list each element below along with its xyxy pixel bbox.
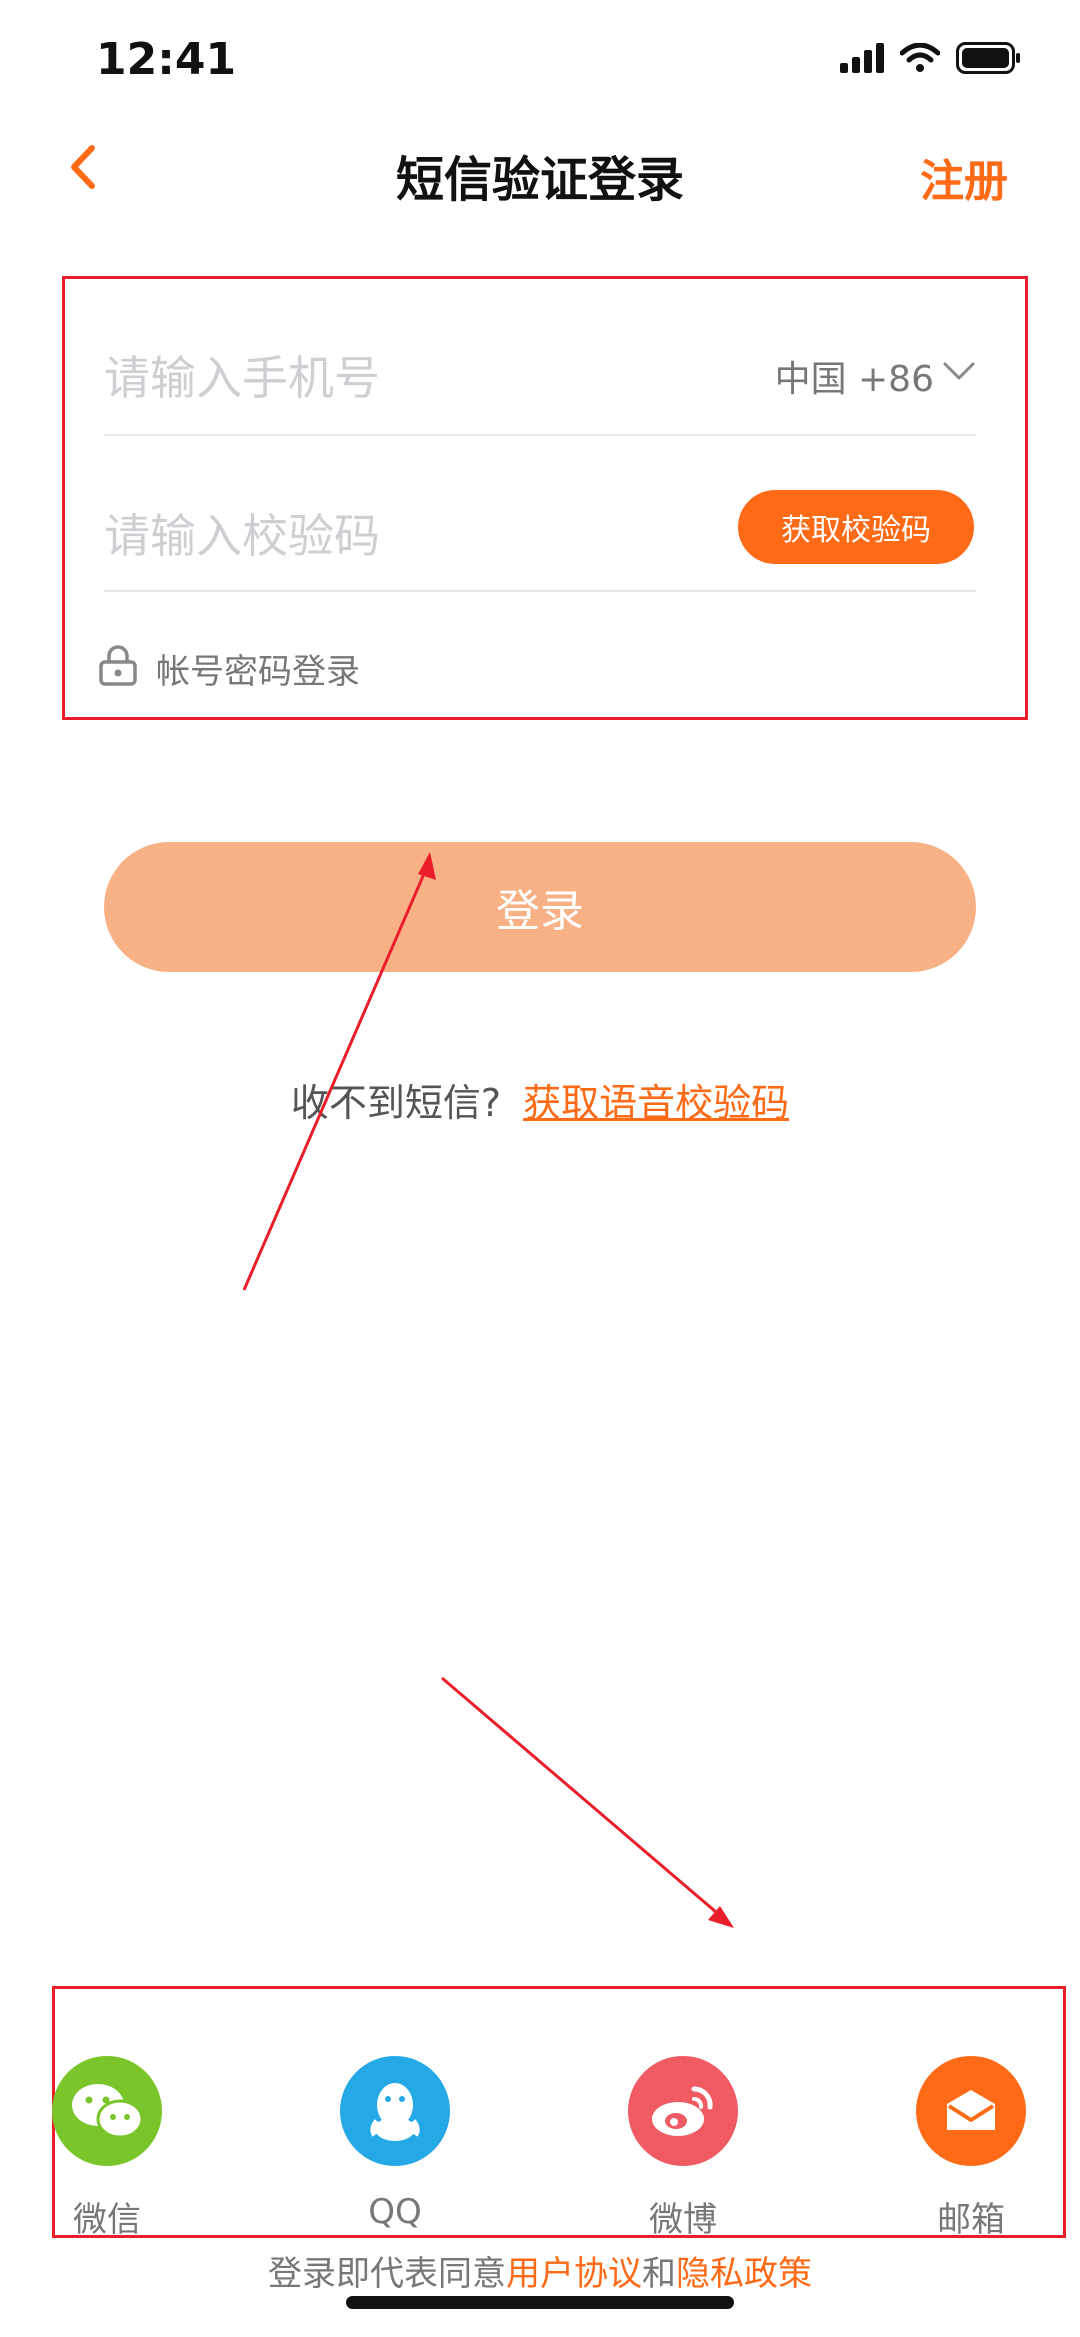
qq-label: QQ [368,2192,422,2232]
annotation-arrowhead-up [418,852,436,880]
wechat-label: 微信 [73,2200,141,2240]
annotation-arrow-up [242,859,432,1291]
weibo-icon [652,2086,713,2136]
privacy-policy-link[interactable]: 隐私政策 [676,2254,812,2294]
annotation-arrow-down [441,1676,731,1926]
weibo-label: 微博 [649,2200,717,2240]
wechat-icon [72,2084,144,2139]
wechat-login-button[interactable] [52,2056,162,2166]
home-indicator[interactable] [346,2296,734,2309]
qq-icon [370,2083,420,2141]
user-agreement-link[interactable]: 用户协议 [506,2254,642,2294]
agreement-prefix: 登录即代表同意 [268,2254,506,2294]
mail-label: 邮箱 [937,2200,1005,2240]
qq-login-button[interactable] [340,2056,450,2166]
agreement-text: 登录即代表同意用户协议和隐私政策 [0,2246,1080,2295]
agreement-and: 和 [642,2254,676,2294]
mail-login-button[interactable] [916,2056,1026,2166]
mail-icon [947,2090,995,2130]
weibo-login-button[interactable] [628,2056,738,2166]
